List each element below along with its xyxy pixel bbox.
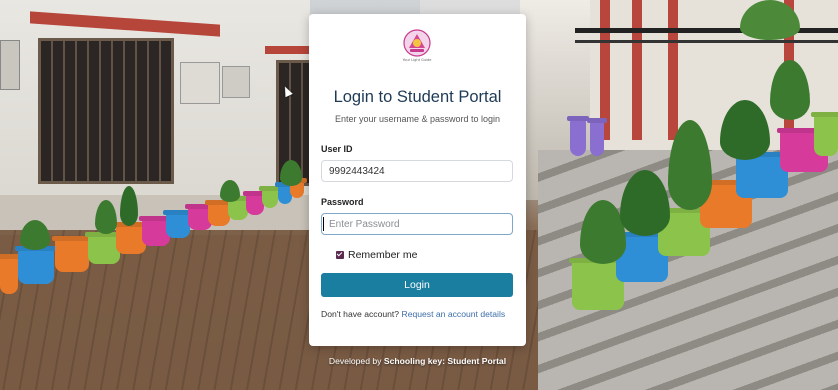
footer-brand: Schooling key: Student Portal [383,356,507,366]
flower-pot [166,214,190,238]
background-ac-unit [180,62,220,104]
signup-prompt: Don't have account? Request an account d… [321,308,513,320]
flower-pot [18,250,54,284]
login-button[interactable]: Login [321,273,513,297]
page-subtitle: Enter your username & password to login [334,114,501,124]
remember-me-checkbox[interactable] [336,251,344,259]
flower-pot [208,204,230,226]
text-caret [323,217,324,231]
flower-pot [570,120,586,156]
flower-pot [0,258,18,294]
flower-pot [590,122,604,156]
background-electric-panel [0,40,20,90]
remember-me-option[interactable]: Remember me [336,249,417,261]
background-ac-unit-2 [222,66,250,98]
footer-prefix: Developed by [328,356,382,366]
password-input[interactable] [321,213,513,235]
background-pillar [668,0,678,140]
flower-pot [55,240,89,272]
user-id-label: User ID [321,144,353,154]
request-account-link[interactable]: Request an account details [401,309,505,319]
logo-tagline: Your Light Guide [402,58,432,62]
user-id-input[interactable] [321,160,513,182]
flower-pot [262,190,278,208]
page-title: Login to Student Portal [333,88,502,106]
footer-credit: Developed by Schooling key: Student Port… [309,356,526,366]
password-label: Password [321,197,364,207]
no-account-text: Don't have account? [321,309,400,319]
background-pillar [632,0,642,140]
school-crest-icon [403,29,431,57]
flower-pot [814,116,838,156]
remember-me-label[interactable]: Remember me [348,249,417,261]
background-roof-2 [265,46,315,54]
login-card: Your Light Guide Login to Student Portal… [309,14,526,346]
flower-pot [228,200,248,220]
background-railing [575,40,838,43]
background-window [38,38,174,184]
